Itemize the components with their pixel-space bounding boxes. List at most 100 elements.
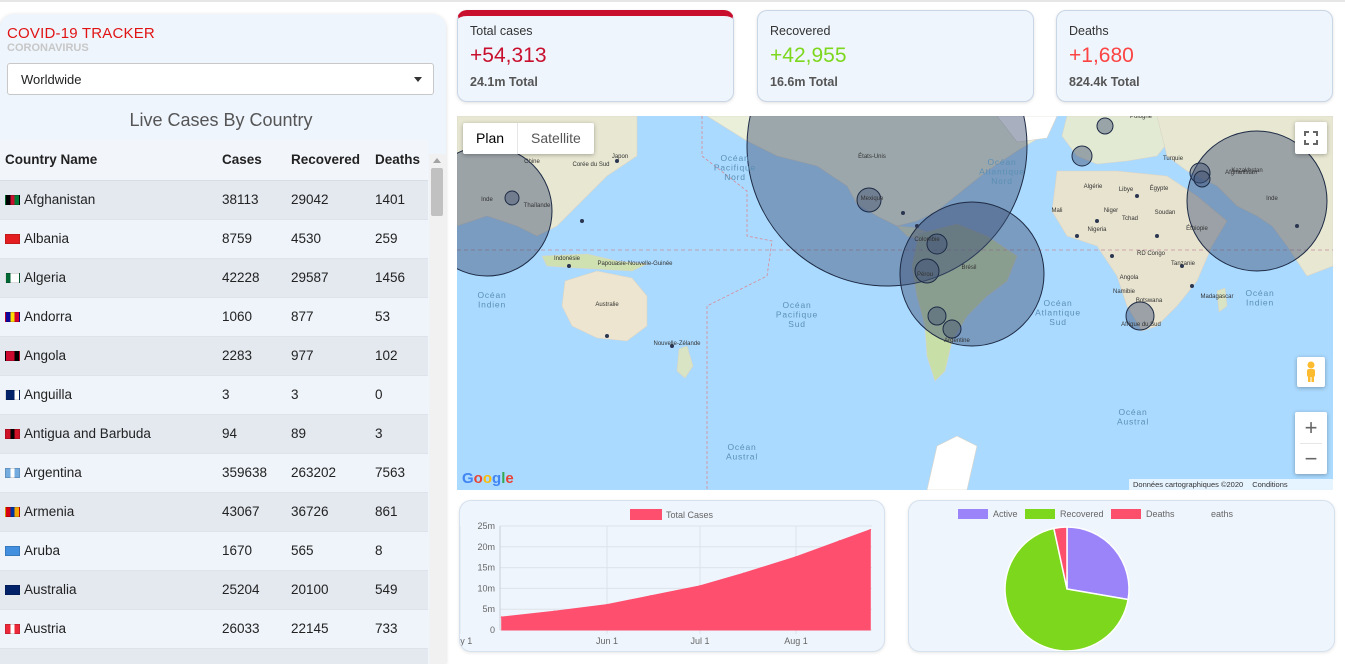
cell-cases: 38113 bbox=[217, 180, 286, 220]
ocean-label-line: Nord bbox=[991, 176, 1013, 186]
cell-recovered: 22145 bbox=[286, 609, 370, 649]
stat-card-total-cases[interactable]: Total cases +54,313 24.1m Total bbox=[457, 10, 734, 102]
place-label: Botswana bbox=[1136, 298, 1163, 304]
column-header-deaths[interactable]: Deaths bbox=[370, 140, 428, 181]
cell-deaths: 861 bbox=[370, 492, 428, 532]
cell-recovered: 36726 bbox=[286, 492, 370, 532]
ocean-label: Océan Austral bbox=[726, 442, 758, 462]
data-point bbox=[795, 555, 797, 558]
country-name: Albania bbox=[24, 231, 70, 246]
flag-icon bbox=[5, 468, 20, 478]
table-row[interactable]: Algeria 42228 29587 1456 bbox=[0, 258, 428, 298]
legend-swatch-total-cases bbox=[630, 509, 662, 520]
table-scrollbar[interactable] bbox=[429, 154, 446, 664]
bubble-pakistan bbox=[1193, 170, 1211, 188]
stat-card-recovered[interactable]: Recovered +42,955 16.6m Total bbox=[757, 10, 1034, 102]
stat-title: Deaths bbox=[1069, 24, 1109, 38]
table-row[interactable]: Afghanistan 38113 29042 1401 bbox=[0, 180, 428, 220]
ocean-label: Océan Indien bbox=[477, 290, 506, 310]
data-point bbox=[500, 616, 503, 618]
legend-swatch-active bbox=[958, 509, 988, 519]
cell-deaths: 102 bbox=[370, 336, 428, 376]
flag-icon bbox=[5, 624, 20, 634]
place-label: Papouasie-Nouvelle-Guinée bbox=[597, 261, 673, 267]
stat-card-deaths[interactable]: Deaths +1,680 824.4k Total bbox=[1056, 10, 1333, 102]
cell-deaths: 549 bbox=[370, 570, 428, 610]
cell-deaths: 0 bbox=[370, 375, 428, 415]
flag-icon bbox=[5, 507, 20, 517]
street-view-button[interactable] bbox=[1297, 357, 1325, 387]
flag-icon bbox=[5, 390, 20, 400]
table-row[interactable]: Anguilla 3 3 0 bbox=[0, 375, 428, 415]
pegman-icon bbox=[1307, 361, 1315, 382]
cell-deaths: 733 bbox=[370, 609, 428, 649]
table-row[interactable]: Australia 25204 20100 549 bbox=[0, 570, 428, 610]
ocean-label: Océan Austral bbox=[1117, 407, 1149, 427]
country-name: Angola bbox=[24, 348, 67, 363]
cell-deaths: 7563 bbox=[370, 453, 428, 493]
top-divider bbox=[0, 0, 1345, 2]
flag-icon bbox=[5, 234, 20, 244]
table-row[interactable]: Antigua and Barbuda 94 89 3 bbox=[0, 414, 428, 454]
cell-country: Angola bbox=[0, 336, 217, 376]
table-row[interactable]: Austria 26033 22145 733 bbox=[0, 609, 428, 649]
map-canvas[interactable]: Océan Pacifique NordOcéan Atlantique NordOcé… bbox=[457, 116, 1333, 490]
ocean-label: Océan Pacifique Sud bbox=[776, 300, 818, 329]
country-select[interactable]: Worldwide bbox=[7, 63, 434, 95]
cell-deaths: 8 bbox=[370, 531, 428, 571]
country-select-value: Worldwide bbox=[21, 72, 82, 87]
bubble-peru bbox=[914, 258, 940, 284]
place-label: Japon bbox=[612, 154, 628, 160]
legend-label-active: Active bbox=[993, 509, 1018, 519]
stat-title: Total cases bbox=[470, 24, 533, 38]
scrollbar-thumb[interactable] bbox=[431, 168, 443, 216]
table-row[interactable] bbox=[0, 648, 428, 664]
cell-deaths: 3 bbox=[370, 414, 428, 454]
world-map[interactable]: Océan Pacifique Nord Océan Atlantique Nord Océ… bbox=[457, 116, 1333, 490]
place-label: Namibie bbox=[1113, 289, 1136, 295]
cell-cases bbox=[217, 648, 286, 664]
cell-recovered: 3 bbox=[286, 375, 370, 415]
bubble-europe bbox=[1071, 145, 1093, 167]
ocean-label-line: Atlantique bbox=[1035, 308, 1081, 318]
cell-country: Austria bbox=[0, 609, 217, 649]
table-row[interactable]: Andorra 1060 877 53 bbox=[0, 297, 428, 337]
ocean-label-line: Océan bbox=[1245, 288, 1274, 298]
column-header-cases[interactable]: Cases bbox=[217, 140, 286, 181]
table-row[interactable]: Argentina 359638 263202 7563 bbox=[0, 453, 428, 493]
cell-country: Armenia bbox=[0, 492, 217, 532]
place-label: Soudan bbox=[1155, 210, 1176, 216]
flag-icon bbox=[5, 546, 20, 556]
place-label: Australie bbox=[595, 302, 619, 308]
place-label: Niger bbox=[1104, 208, 1118, 214]
fullscreen-button[interactable] bbox=[1295, 122, 1327, 154]
cell-recovered: 977 bbox=[286, 336, 370, 376]
cell-deaths bbox=[370, 648, 428, 664]
x-tick-label: Jun 1 bbox=[596, 636, 618, 646]
place-label: Algérie bbox=[1084, 184, 1103, 190]
map-data-credit: Données cartographiques ©2020 bbox=[1133, 480, 1244, 489]
pie-slice-active[interactable] bbox=[1066, 526, 1130, 601]
data-point bbox=[742, 572, 745, 575]
cell-recovered: 29042 bbox=[286, 180, 370, 220]
column-header-country[interactable]: Country Name bbox=[0, 140, 217, 181]
scroll-up-arrow-icon[interactable] bbox=[433, 158, 441, 163]
cell-deaths: 53 bbox=[370, 297, 428, 337]
map-type-plan[interactable]: Plan bbox=[463, 123, 519, 154]
place-label: Libye bbox=[1119, 187, 1134, 193]
table-row[interactable]: Armenia 43067 36726 861 bbox=[0, 492, 428, 532]
legend-swatch-recovered bbox=[1025, 509, 1055, 519]
zoom-in-button[interactable]: + bbox=[1295, 413, 1327, 443]
cell-deaths: 1456 bbox=[370, 258, 428, 298]
zoom-out-button[interactable]: − bbox=[1295, 444, 1327, 474]
column-header-recovered[interactable]: Recovered bbox=[286, 140, 370, 181]
place-label: Turquie bbox=[1163, 156, 1184, 162]
zoom-control: + − bbox=[1295, 412, 1327, 474]
table-row[interactable]: Aruba 1670 565 8 bbox=[0, 531, 428, 571]
table-row[interactable]: Albania 8759 4530 259 bbox=[0, 219, 428, 259]
map-type-satellite[interactable]: Satellite bbox=[518, 123, 594, 154]
country-name: Afghanistan bbox=[24, 192, 96, 207]
table-row[interactable]: Angola 2283 977 102 bbox=[0, 336, 428, 376]
y-tick-label: 5m bbox=[482, 604, 495, 614]
flag-icon bbox=[5, 312, 20, 322]
